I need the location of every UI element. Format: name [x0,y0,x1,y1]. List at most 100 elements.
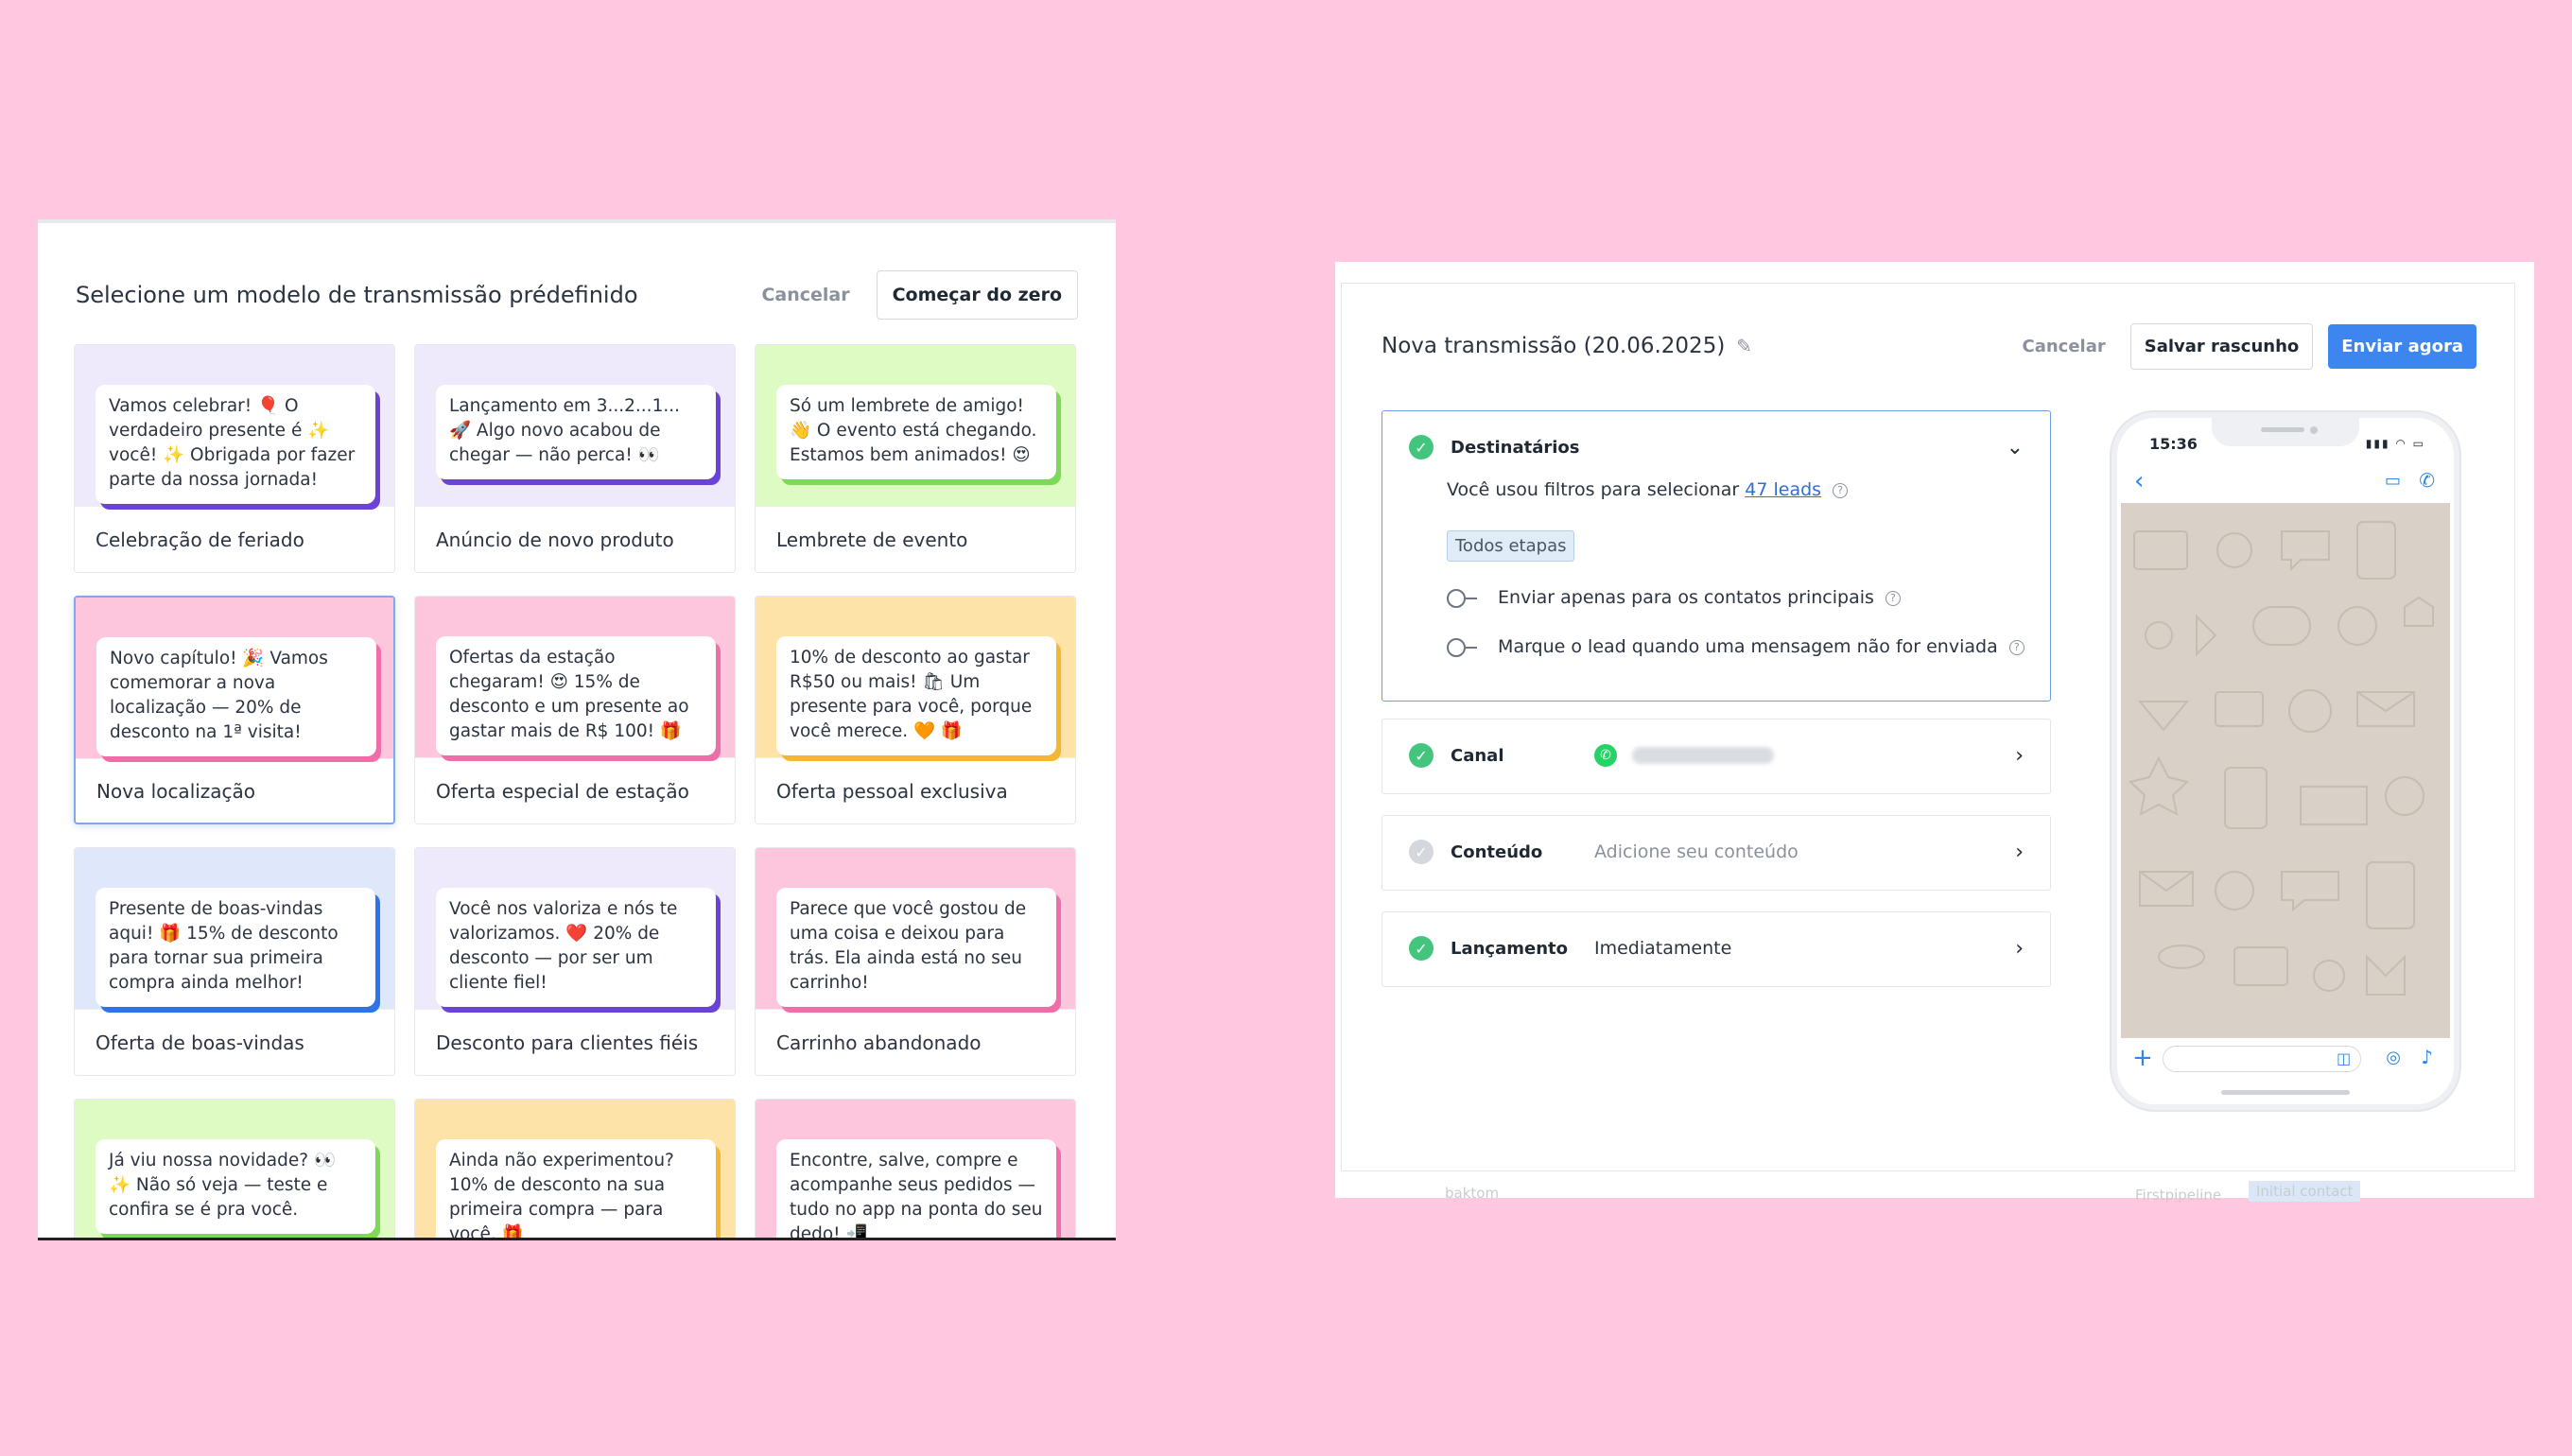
template-message-bubble: Vamos celebrar! 🎈 O verdadeiro presente … [96,385,375,504]
help-icon[interactable]: ? [1885,590,1901,606]
launch-section[interactable]: ✓ Lançamento Imediatamente › [1382,911,2051,987]
template-name: Oferta pessoal exclusiva [756,757,1075,823]
content-row[interactable]: ✓ Conteúdo Adicione seu conteúdo › [1382,816,2050,888]
mark-lead-option: Marque o lead quando uma mensagem não fo… [1447,636,2025,657]
template-card[interactable]: Parece que você gostou de uma coisa e de… [755,847,1076,1076]
template-message-bubble: Lançamento em 3...2...1... 🚀 Algo novo a… [436,385,716,479]
template-card[interactable]: Vamos celebrar! 🎈 O verdadeiro presente … [74,344,395,573]
broadcast-editor-window: Nova transmissão (20.06.2025) ✎ Cancelar… [1335,262,2534,1204]
recipients-label: Destinatários [1451,437,1580,458]
template-preview: 10% de desconto ao gastar R$50 ou mais! … [756,597,1075,757]
template-preview: Lançamento em 3...2...1... 🚀 Algo novo a… [415,345,735,506]
chevron-right-icon[interactable]: › [2015,744,2024,768]
stage-tag[interactable]: Todos etapas [1447,530,1575,562]
template-grid: Vamos celebrar! 🎈 O verdadeiro presente … [74,344,1078,1240]
template-name: Oferta especial de estação [415,757,735,823]
template-preview: Ainda não experimentou? 10% de desconto … [415,1100,735,1240]
sticker-icon: ◫ [2337,1049,2352,1067]
template-card[interactable]: Ainda não experimentou? 10% de desconto … [414,1099,736,1240]
launch-label: Lançamento [1451,938,1568,959]
chat-wallpaper [2121,503,2450,1038]
template-name: Carrinho abandonado [756,1009,1075,1075]
chevron-down-icon[interactable]: ⌄ [2007,436,2024,459]
template-message-bubble: Presente de boas-vindas aqui! 🎁 15% de d… [96,888,375,1007]
template-message-bubble: Ainda não experimentou? 10% de desconto … [436,1139,716,1240]
help-icon[interactable]: ? [1833,482,1849,498]
check-icon: ✓ [1409,936,1434,961]
template-card[interactable]: 10% de desconto ao gastar R$50 ou mais! … [755,596,1076,824]
check-icon: ✓ [1409,743,1434,768]
template-preview: Só um lembrete de amigo! 👋 O evento está… [756,345,1075,506]
phone-time: 15:36 [2149,435,2198,453]
template-name: Oferta de boas-vindas [75,1009,394,1075]
check-icon: ✓ [1409,435,1434,459]
template-card[interactable]: Encontre, salve, compre e acompanhe seus… [755,1099,1076,1240]
template-name: Nova localização [76,758,393,823]
video-call-icon: ▭ [2384,471,2401,491]
leads-link[interactable]: 47 leads [1745,479,1821,500]
template-message-bubble: Já viu nossa novidade? 👀 ✨ Não só veja —… [96,1139,375,1234]
background-text: Firstpipeline [2135,1187,2222,1204]
help-icon[interactable]: ? [2008,639,2025,655]
template-message-bubble: Novo capítulo! 🎉 Vamos comemorar a nova … [96,637,376,756]
cancel-button[interactable]: Cancelar [2022,337,2105,356]
template-message-bubble: 10% de desconto ao gastar R$50 ou mais! … [776,636,1056,755]
content-label: Conteúdo [1451,841,1543,862]
plus-icon: + [2132,1044,2153,1072]
template-preview: Encontre, salve, compre e acompanhe seus… [756,1100,1075,1240]
message-input [2163,1046,2361,1072]
edit-pencil-icon[interactable]: ✎ [1736,335,1752,357]
template-message-bubble: Encontre, salve, compre e acompanhe seus… [776,1139,1056,1240]
channel-row[interactable]: ✓ Canal ✆ › [1382,719,2050,791]
recipients-header[interactable]: ✓ Destinatários ⌄ [1382,411,2050,483]
template-message-bubble: Parece que você gostou de uma coisa e de… [776,888,1056,1007]
launch-row[interactable]: ✓ Lançamento Imediatamente › [1382,912,2050,984]
chevron-right-icon[interactable]: › [2015,841,2024,864]
status-icons: ▮▮▮ ◠ ▭ [2365,437,2425,450]
template-name: Celebração de feriado [75,506,394,572]
template-preview: Presente de boas-vindas aqui! 🎁 15% de d… [75,848,394,1009]
template-preview: Já viu nossa novidade? 👀 ✨ Não só veja —… [75,1100,394,1240]
wallpaper-pattern [2128,521,2434,996]
content-section[interactable]: ✓ Conteúdo Adicione seu conteúdo › [1382,815,2051,891]
template-card[interactable]: Lançamento em 3...2...1... 🚀 Algo novo a… [414,344,736,573]
template-card[interactable]: Só um lembrete de amigo! 👋 O evento está… [755,344,1076,573]
chat-input-bar: + ◫ ◎ ♪ [2117,1042,2454,1076]
main-contacts-toggle[interactable] [1447,588,1479,608]
template-picker-title: Selecione um modelo de transmissão préde… [76,282,638,308]
chat-nav-bar: ‹ ▭ ✆ [2117,463,2454,501]
template-card[interactable]: Já viu nossa novidade? 👀 ✨ Não só veja —… [74,1099,395,1240]
home-indicator [2221,1090,2350,1095]
template-preview: Novo capítulo! 🎉 Vamos comemorar a nova … [76,598,393,758]
template-card[interactable]: Presente de boas-vindas aqui! 🎁 15% de d… [74,847,395,1076]
cancel-button[interactable]: Cancelar [761,285,849,305]
broadcast-editor-panel: Nova transmissão (20.06.2025) ✎ Cancelar… [1341,283,2515,1171]
template-card[interactable]: Você nos valoriza e nós te valorizamos. … [414,847,736,1076]
template-message-bubble: Você nos valoriza e nós te valorizamos. … [436,888,716,1007]
start-from-scratch-button[interactable]: Começar do zero [876,270,1078,320]
recipients-filter-text: Você usou filtros para selecionar 47 lea… [1447,479,1849,500]
background-tag: Initial contact [2249,1181,2361,1202]
camera-icon: ◎ [2386,1048,2401,1067]
mark-lead-toggle[interactable] [1447,637,1479,657]
recipients-section: ✓ Destinatários ⌄ Você usou filtros para… [1382,410,2051,702]
microphone-icon: ♪ [2421,1046,2433,1068]
template-picker-header: Selecione um modelo de transmissão préde… [76,269,1078,321]
template-message-bubble: Só um lembrete de amigo! 👋 O evento está… [776,385,1056,479]
content-value: Adicione seu conteúdo [1594,841,1799,862]
phone-notch [2212,418,2359,446]
launch-value: Imediatamente [1594,938,1732,959]
template-preview: Parece que você gostou de uma coisa e de… [756,848,1075,1009]
template-card[interactable]: Novo capítulo! 🎉 Vamos comemorar a nova … [74,596,395,824]
whatsapp-icon: ✆ [1594,744,1617,767]
back-icon: ‹ [2134,467,2145,495]
check-icon: ✓ [1409,840,1434,864]
panel-bottom-border [38,1238,1116,1240]
channel-section[interactable]: ✓ Canal ✆ › [1382,719,2051,794]
chevron-right-icon[interactable]: › [2015,937,2024,961]
template-picker-panel: Selecione um modelo de transmissão préde… [38,219,1116,1240]
template-card[interactable]: Ofertas da estação chegaram! 😍 15% de de… [414,596,736,824]
template-name: Desconto para clientes fiéis [415,1009,735,1075]
save-draft-button[interactable]: Salvar rascunho [2129,322,2314,370]
send-now-button[interactable]: Enviar agora [2328,323,2476,369]
